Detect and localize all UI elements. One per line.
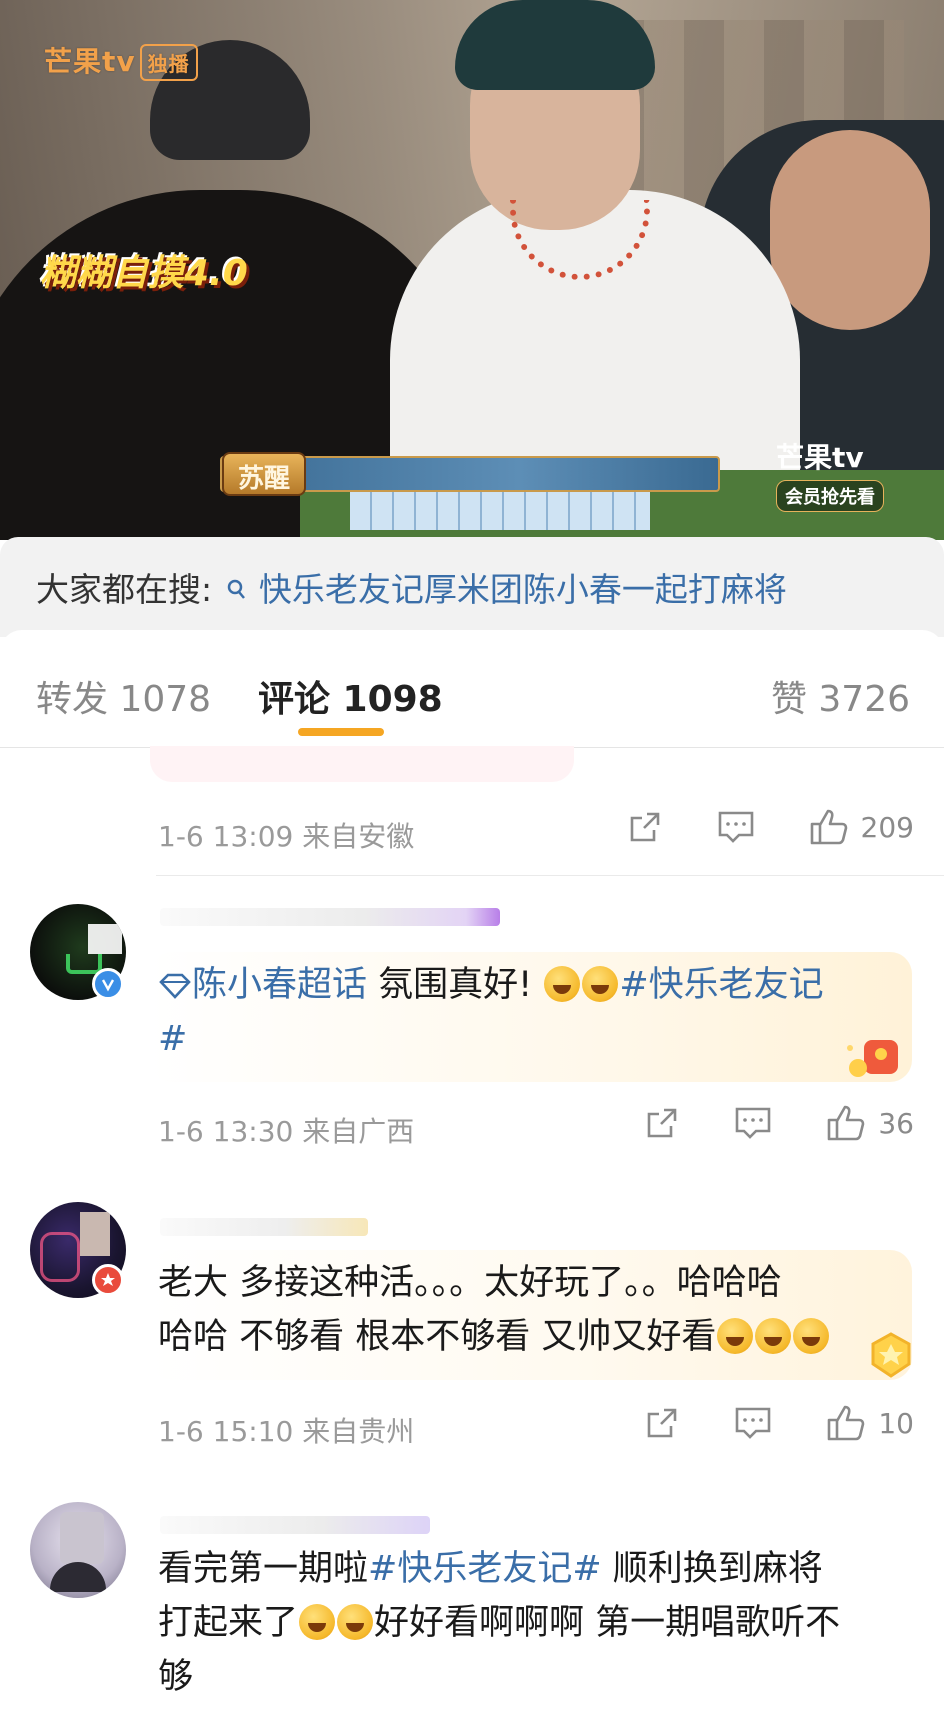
hashtag-link[interactable]: #快乐老友记 — [619, 965, 823, 1005]
video-person-right-head — [770, 130, 930, 330]
reply-icon[interactable] — [734, 1105, 772, 1141]
username-blurred[interactable] — [160, 1516, 430, 1534]
tab-like[interactable]: 赞 3726 — [771, 670, 910, 722]
blush-emoji-icon — [717, 1318, 754, 1354]
laugh-emoji-icon — [582, 966, 619, 1002]
super-topic-link[interactable]: 陈小春超话 — [158, 965, 367, 1005]
hashtag-link-end[interactable]: # — [158, 1019, 187, 1059]
like-button[interactable]: 36 — [826, 1104, 914, 1142]
blush-emoji-icon — [755, 1318, 792, 1354]
comment-divider — [156, 875, 944, 876]
avatar[interactable] — [30, 1502, 126, 1598]
trending-search-bar[interactable]: 大家都在搜: 快乐老友记厚米团陈小春一起打麻将 — [0, 537, 944, 637]
share-icon[interactable] — [627, 809, 663, 845]
shocked-emoji-icon — [337, 1604, 374, 1640]
like-button[interactable]: 209 — [809, 808, 914, 846]
blush-emoji-icon — [793, 1318, 830, 1354]
video-player[interactable]: 芒果tv 独播 糊糊自摸4.0 苏醒 芒果tv 会员抢先看 — [0, 0, 944, 540]
reply-icon[interactable] — [734, 1405, 772, 1441]
video-caption-badge: 糊糊自摸4.0 — [40, 253, 248, 294]
comment-meta: 1-6 13:30 来自广西 — [158, 1115, 415, 1148]
trending-search-label: 大家都在搜: — [36, 570, 213, 609]
tab-comment[interactable]: 评论 1098 — [258, 670, 443, 722]
mango-tv-watermark: 芒果tv 会员抢先看 — [776, 436, 884, 512]
video-name-chip: 苏醒 — [222, 452, 307, 496]
comment-meta: 1-6 15:10 来自贵州 — [158, 1415, 415, 1448]
tab-repost[interactable]: 转发 1078 — [36, 670, 211, 722]
comment-bubble-cut — [150, 746, 574, 782]
comment-actions: 209 — [627, 808, 914, 846]
verified-badge-icon — [92, 968, 124, 1000]
like-button[interactable]: 10 — [826, 1404, 914, 1442]
search-icon — [227, 578, 255, 608]
like-count: 209 — [860, 810, 914, 844]
video-person-hair — [455, 0, 655, 90]
share-icon[interactable] — [644, 1405, 680, 1441]
comment-text: 老大 多接这种活。。。太好玩了。。哈哈哈 哈哈 不够看 根本不够看 又帅又好看 — [158, 1256, 898, 1364]
tab-active-indicator — [298, 728, 384, 736]
username-blurred[interactable] — [160, 1218, 368, 1236]
member-badge-icon — [92, 1264, 124, 1296]
shocked-emoji-icon — [299, 1604, 336, 1640]
comment-meta: 1-6 13:09 来自安徽 — [158, 820, 415, 853]
username-blurred[interactable] — [160, 908, 500, 926]
trending-search-query[interactable]: 快乐老友记厚米团陈小春一起打麻将 — [259, 570, 787, 609]
comment-actions: 10 — [644, 1404, 914, 1442]
reply-icon[interactable] — [717, 809, 755, 845]
comment-text: 看完第一期啦#快乐老友记# 顺利换到麻将 打起来了 好好看啊啊啊 第一期唱歌听不够 — [158, 1549, 841, 1697]
like-count: 36 — [878, 1106, 914, 1140]
grin-emoji-icon — [544, 966, 581, 1002]
comment-text: 陈小春超话 氛围真好! #快乐老友记 # — [158, 965, 824, 1059]
mango-tv-logo: 芒果tv 独播 — [44, 40, 198, 81]
comment-actions: 36 — [644, 1104, 914, 1142]
hashtag-link[interactable]: #快乐老友记# — [368, 1549, 602, 1589]
video-mahjong-tiles — [350, 490, 650, 530]
detail-tabs: 转发 1078 评论 1098 赞 3726 — [0, 630, 944, 748]
share-icon[interactable] — [644, 1105, 680, 1141]
like-count: 10 — [878, 1406, 914, 1440]
